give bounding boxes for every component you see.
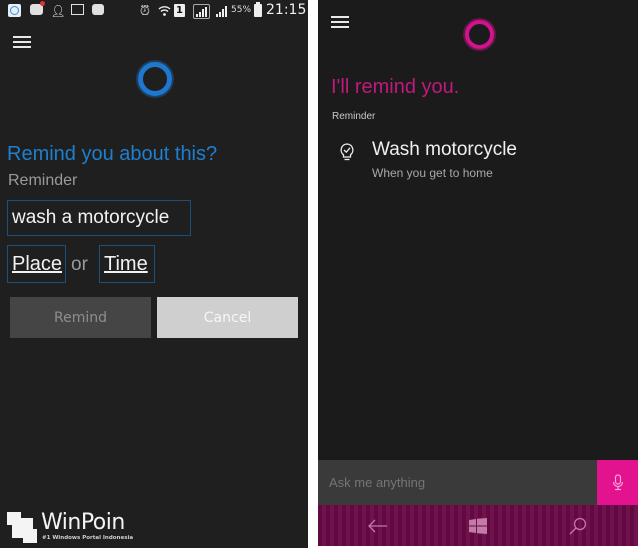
windows-logo-icon [469, 517, 487, 534]
time-option-button[interactable]: Time [99, 245, 155, 283]
microphone-icon [612, 474, 623, 491]
wifi-icon [157, 4, 171, 18]
navigation-bar [318, 505, 638, 546]
status-bar: 👤︎ ⏰︎ 1 55% 21:15 [0, 0, 308, 22]
microphone-button[interactable] [597, 460, 638, 505]
menu-button[interactable] [331, 16, 349, 28]
reminder-item[interactable]: Wash motorcycle When you get to home [332, 139, 622, 185]
cancel-button[interactable]: Cancel [157, 297, 298, 338]
sim-1-icon: 1 [174, 4, 185, 17]
signal-icon [214, 4, 228, 18]
signal-icon [193, 4, 210, 19]
watermark-tagline: #1 Windows Portal Indonesia [42, 535, 134, 541]
reminder-label: Reminder [8, 172, 78, 189]
cortana-icon [8, 4, 21, 17]
battery-icon [254, 2, 262, 17]
menu-button[interactable] [13, 36, 31, 48]
gallery-icon [71, 4, 84, 15]
watermark-brand: WinPoin [41, 510, 125, 535]
android-cortana-screen: 👤︎ ⏰︎ 1 55% 21:15 Remind you about this?… [0, 0, 308, 548]
winpoin-logo-icon [7, 510, 39, 544]
reminder-condition: When you get to home [372, 166, 493, 180]
cortana-icon [138, 62, 172, 96]
lightbulb-check-icon [340, 143, 354, 161]
start-button[interactable] [448, 505, 508, 546]
ask-input[interactable] [318, 460, 597, 505]
person-add-icon: 👤︎ [50, 4, 66, 18]
question-title: Remind you about this? [7, 143, 218, 165]
remind-button[interactable]: Remind [10, 297, 151, 338]
clock: 21:15 [266, 2, 307, 18]
confirmation-title: I'll remind you. [331, 76, 460, 98]
back-button[interactable] [348, 505, 408, 546]
reminder-label: Reminder [332, 111, 376, 122]
alarm-icon: ⏰︎ [139, 3, 151, 19]
reminder-input[interactable] [7, 200, 191, 236]
battery-percent: 55% [231, 5, 252, 15]
back-arrow-icon [368, 519, 387, 532]
cortana-icon [465, 20, 494, 49]
place-option-button[interactable]: Place [7, 245, 66, 283]
windows-cortana-screen: I'll remind you. Reminder Wash motorcycl… [318, 0, 638, 546]
reminder-title: Wash motorcycle [372, 139, 517, 160]
search-button[interactable] [548, 505, 608, 546]
or-text: or [71, 254, 88, 275]
search-icon [569, 517, 587, 534]
bbm-icon [92, 4, 104, 15]
bbm-notification-icon [30, 1, 45, 15]
